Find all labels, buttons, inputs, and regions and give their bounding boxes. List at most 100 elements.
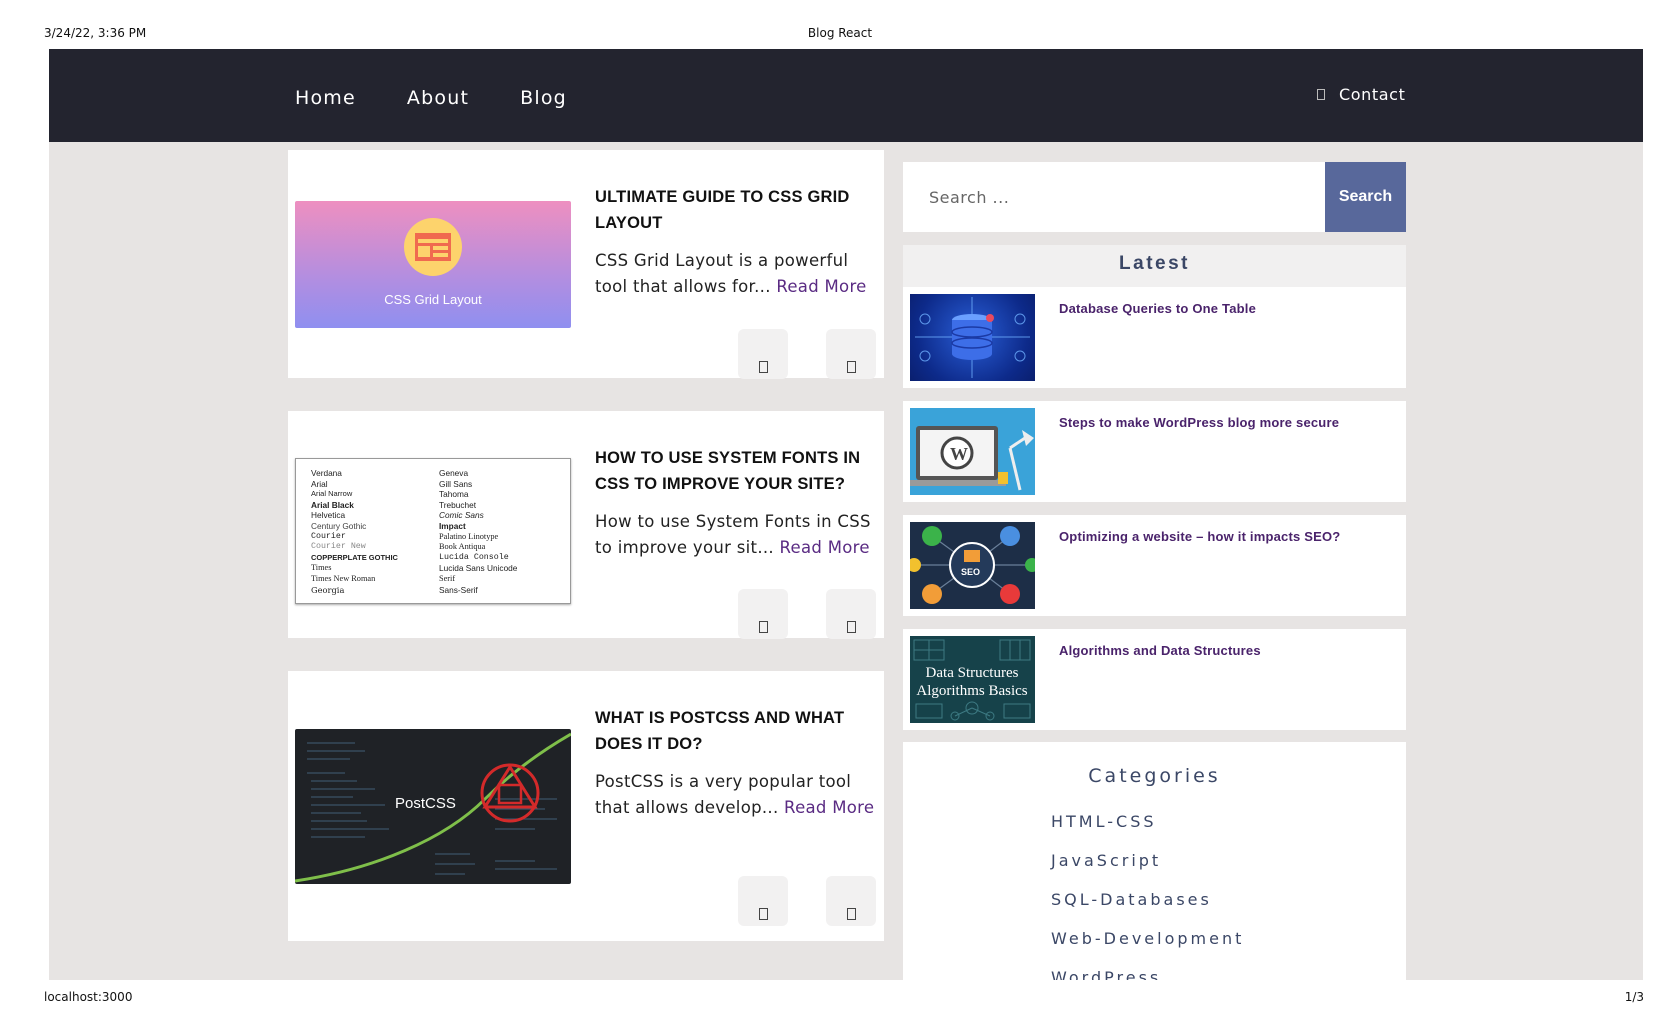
font-sample: Gill Sans xyxy=(439,478,473,489)
grid-layout-icon xyxy=(404,218,462,276)
share-button[interactable] xyxy=(738,589,788,639)
category-link[interactable]: WordPress xyxy=(1051,968,1244,980)
post-content: WHAT IS POSTCSS AND WHAT DOES IT DO? Pos… xyxy=(595,705,875,821)
post-card: PostCSS WHAT IS POSTCSS AND WHAT DOES IT… xyxy=(288,671,884,941)
post-card: Verdana Arial Arial Narrow Arial Black H… xyxy=(288,411,884,639)
latest-item[interactable]: W Steps to make WordPress blog more secu… xyxy=(903,401,1406,502)
font-sample: Lucida Console xyxy=(439,552,509,562)
bookmark-icon xyxy=(846,621,856,633)
latest-item-title[interactable]: Database Queries to One Table xyxy=(1059,301,1379,316)
post-title[interactable]: HOW TO USE SYSTEM FONTS IN CSS TO IMPROV… xyxy=(595,445,875,497)
latest-item-title[interactable]: Algorithms and Data Structures xyxy=(1059,643,1379,658)
latest-item[interactable]: Data Structures Algorithms Basics Algori… xyxy=(903,629,1406,730)
bookmark-button[interactable] xyxy=(826,876,876,926)
font-sample: Lucida Sans Unicode xyxy=(439,563,518,574)
nav-links: Home About Blog xyxy=(295,87,618,109)
font-sample: Impact xyxy=(439,520,466,531)
font-sample: Sans-Serif xyxy=(439,584,478,595)
font-sample: Times xyxy=(311,563,332,573)
font-sample: Courier New xyxy=(311,542,366,552)
font-sample: Trebuchet xyxy=(439,499,477,510)
read-more-link[interactable]: Read More xyxy=(780,538,870,557)
search-input[interactable] xyxy=(903,162,1325,232)
contact-label: Contact xyxy=(1339,85,1406,104)
contact-link[interactable]: Contact xyxy=(1317,85,1405,104)
category-link[interactable]: SQL-Databases xyxy=(1051,890,1244,929)
category-link[interactable]: Web-Development xyxy=(1051,929,1244,968)
post-title[interactable]: ULTIMATE GUIDE TO CSS GRID LAYOUT xyxy=(595,184,875,236)
latest-heading: Latest xyxy=(903,245,1406,287)
share-icon xyxy=(758,621,768,633)
wordpress-icon: W xyxy=(910,426,1034,491)
thumb-title-line: Data Structures xyxy=(926,665,1019,681)
latest-item-title[interactable]: Optimizing a website – how it impacts SE… xyxy=(1059,529,1379,544)
latest-item-title[interactable]: Steps to make WordPress blog more secure xyxy=(1059,415,1379,430)
font-sample: Georgia xyxy=(311,584,345,595)
print-title: Blog React xyxy=(807,26,873,40)
post-card: CSS Grid Layout ULTIMATE GUIDE TO CSS GR… xyxy=(288,150,884,379)
categories-heading: Categories xyxy=(1088,765,1221,787)
page-viewport: Home About Blog Contact CSS Grid Layout … xyxy=(49,49,1643,980)
fonts-list-left: Verdana Arial Arial Narrow Arial Black H… xyxy=(311,468,431,595)
font-sample: Helvetica xyxy=(311,510,346,521)
font-sample: Comic Sans xyxy=(439,510,484,521)
latest-thumbnail: Data Structures Algorithms Basics xyxy=(910,636,1035,723)
font-sample: Tahoma xyxy=(439,489,469,500)
font-sample: Serif xyxy=(439,573,456,583)
contact-icon xyxy=(1317,89,1325,100)
nav-about-link[interactable]: About xyxy=(407,87,469,109)
seo-icon: SEO xyxy=(910,526,1035,604)
bookmark-icon xyxy=(846,908,856,920)
bookmark-button[interactable] xyxy=(826,589,876,639)
nav-home-link[interactable]: Home xyxy=(295,87,356,109)
font-sample: Courier xyxy=(311,531,346,541)
categories-list: HTML-CSS JavaScript SQL-Databases Web-De… xyxy=(1051,812,1244,980)
share-button[interactable] xyxy=(738,876,788,926)
font-sample: COPPERPLATE GOTHIC xyxy=(311,552,398,562)
post-thumbnail[interactable]: PostCSS xyxy=(295,729,571,884)
category-link[interactable]: HTML-CSS xyxy=(1051,812,1244,851)
fonts-list-right: Geneva Gill Sans Tahoma Trebuchet Comic … xyxy=(439,468,564,595)
post-thumbnail[interactable]: CSS Grid Layout xyxy=(295,201,571,328)
post-thumbnail[interactable]: Verdana Arial Arial Narrow Arial Black H… xyxy=(295,458,571,604)
navbar: Home About Blog Contact xyxy=(49,49,1643,142)
data-structures-icon: Data Structures Algorithms Basics xyxy=(913,639,1031,721)
share-icon xyxy=(758,361,768,373)
font-sample: Verdana xyxy=(311,468,342,478)
font-sample: Book Antiqua xyxy=(439,542,486,552)
read-more-link[interactable]: Read More xyxy=(784,798,874,817)
font-sample: Times New Roman xyxy=(311,573,376,583)
category-link[interactable]: JavaScript xyxy=(1051,851,1244,890)
latest-widget: Latest Database Queries to One Table W S… xyxy=(903,245,1406,743)
print-footer: localhost:3000 1/3 xyxy=(0,980,1680,1020)
latest-item[interactable]: SEO Optimizing a website – how it impact… xyxy=(903,515,1406,616)
nav-blog-link[interactable]: Blog xyxy=(520,87,567,109)
search-button[interactable]: Search xyxy=(1325,162,1406,232)
font-sample: Arial xyxy=(311,478,328,489)
font-sample: Arial Black xyxy=(311,499,354,510)
print-header: 3/24/22, 3:36 PM Blog React xyxy=(0,0,1680,49)
print-url: localhost:3000 xyxy=(44,990,133,1004)
post-content: HOW TO USE SYSTEM FONTS IN CSS TO IMPROV… xyxy=(595,445,875,561)
print-page-number: 1/3 xyxy=(1624,990,1644,1004)
svg-text:W: W xyxy=(950,444,968,464)
thumbnail-caption: PostCSS xyxy=(395,795,456,812)
post-excerpt: CSS Grid Layout is a powerful tool that … xyxy=(595,248,875,300)
post-title[interactable]: WHAT IS POSTCSS AND WHAT DOES IT DO? xyxy=(595,705,875,757)
read-more-link[interactable]: Read More xyxy=(776,277,866,296)
latest-thumbnail xyxy=(910,294,1035,381)
share-icon xyxy=(758,908,768,920)
thumb-subtitle-line: Algorithms Basics xyxy=(916,683,1027,699)
font-sample: Century Gothic xyxy=(311,520,367,531)
bookmark-button[interactable] xyxy=(826,329,876,379)
bookmark-icon xyxy=(846,361,856,373)
post-content: ULTIMATE GUIDE TO CSS GRID LAYOUT CSS Gr… xyxy=(595,184,875,300)
categories-widget: Categories HTML-CSS JavaScript SQL-Datab… xyxy=(903,742,1406,980)
search-widget: Search xyxy=(903,162,1406,232)
share-button[interactable] xyxy=(738,329,788,379)
post-excerpt: PostCSS is a very popular tool that allo… xyxy=(595,769,875,821)
post-excerpt: How to use System Fonts in CSS to improv… xyxy=(595,509,875,561)
latest-item[interactable]: Database Queries to One Table xyxy=(903,287,1406,388)
font-sample: Arial Narrow xyxy=(311,489,353,499)
database-icon xyxy=(915,297,1030,378)
